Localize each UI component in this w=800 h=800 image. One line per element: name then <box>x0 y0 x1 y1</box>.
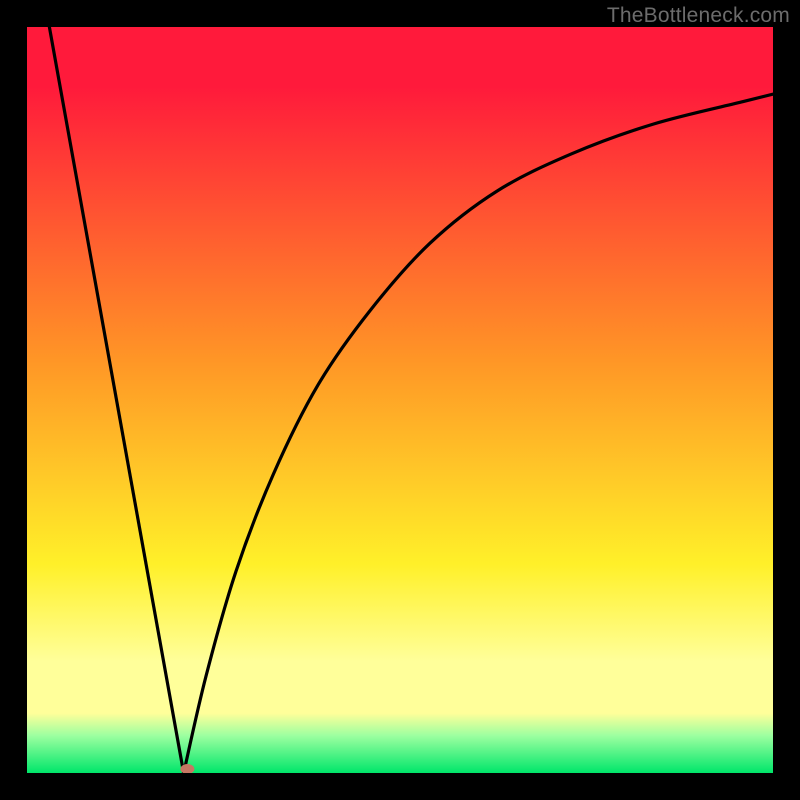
plot-area <box>27 27 773 773</box>
curve-left-branch <box>49 27 183 773</box>
watermark-text: TheBottleneck.com <box>607 4 790 28</box>
curve-right-branch <box>184 94 773 773</box>
bottleneck-curve <box>27 27 773 773</box>
chart-frame: TheBottleneck.com <box>0 0 800 800</box>
